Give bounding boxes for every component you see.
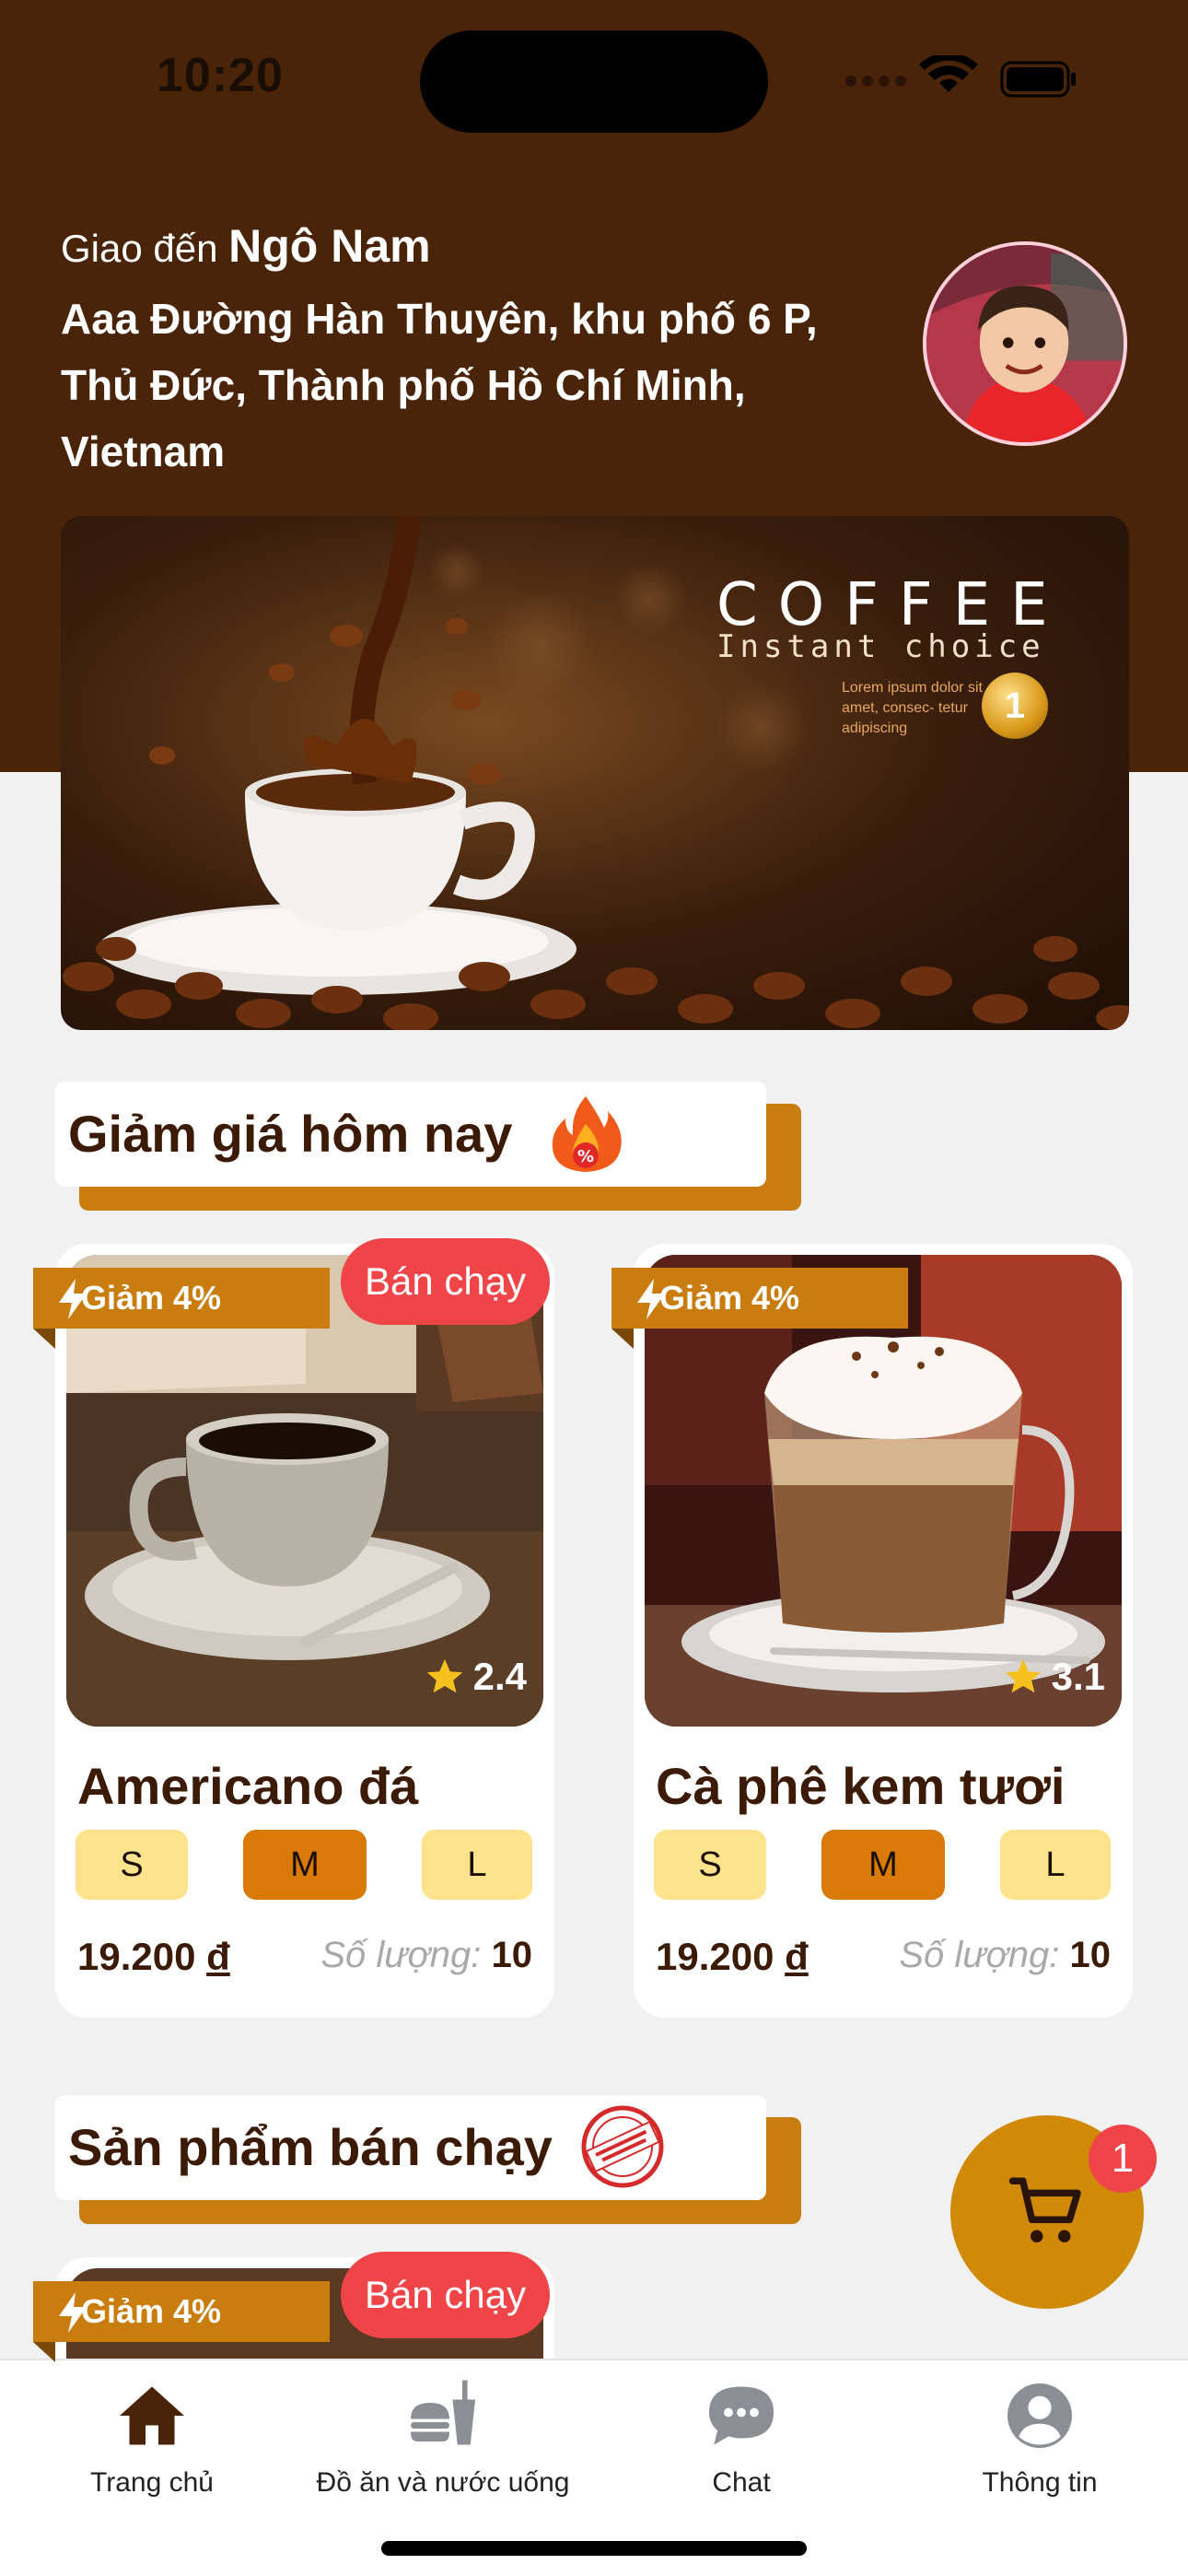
- discount-label: Giảm 4%: [81, 2292, 222, 2330]
- nav-home[interactable]: Trang chủ: [0, 2377, 304, 2499]
- section-title: Sản phẩm bán chạy: [68, 2118, 553, 2176]
- size-l-button[interactable]: L: [422, 1830, 532, 1900]
- banner-subtitle: Instant choice: [716, 628, 1045, 665]
- home-indicator: [381, 2541, 807, 2556]
- discount-ribbon: Giảm 4%: [33, 1268, 330, 1349]
- chat-icon: [709, 2386, 774, 2445]
- nav-chat[interactable]: Chat: [589, 2377, 893, 2499]
- lightning-icon: [59, 1279, 87, 1319]
- cart-icon: [1008, 2177, 1081, 2242]
- wifi-icon: [919, 55, 978, 92]
- svg-text:%: %: [577, 1147, 594, 1166]
- delivery-address[interactable]: Aaa Đường Hàn Thuyên, khu phố 6 P, Thủ Đ…: [61, 286, 871, 485]
- nav-label: Thông tin: [982, 2467, 1098, 2498]
- discount-label: Giảm 4%: [81, 1279, 222, 1317]
- section-discount-today: Giảm giá hôm nay %: [55, 1082, 801, 1211]
- nav-profile[interactable]: Thông tin: [888, 2377, 1188, 2499]
- medal-icon: 1: [982, 673, 1048, 739]
- rating-value: 3.1: [1051, 1655, 1105, 1698]
- status-icons: [845, 55, 1076, 98]
- nav-label: Trang chủ: [90, 2467, 214, 2498]
- quantity-label: Số lượng:: [320, 1935, 482, 1975]
- avatar-photo: [926, 245, 1124, 442]
- signal-icon: [845, 76, 906, 87]
- product-price: 19.200 đ: [77, 1935, 230, 1979]
- promo-banner[interactable]: COFFEE Instant choice Lorem ipsum dolor …: [61, 516, 1129, 1030]
- star-icon: [1005, 1658, 1041, 1693]
- home-icon: [120, 2386, 184, 2445]
- quantity-label: Số lượng:: [899, 1935, 1060, 1975]
- size-s-button[interactable]: S: [654, 1830, 766, 1900]
- nav-label: Chat: [712, 2467, 771, 2498]
- product-price: 19.200 đ: [656, 1935, 809, 1979]
- discount-label: Giảm 4%: [659, 1279, 800, 1317]
- product-card[interactable]: Giảm 4% Bán chạy 2.4 Americano đá S M L …: [33, 1238, 554, 2018]
- section-best-sellers: Sản phẩm bán chạy: [55, 2095, 801, 2224]
- discount-ribbon: Giảm 4%: [33, 2281, 330, 2362]
- price-value: 19.200: [77, 1935, 196, 1978]
- fire-discount-icon: %: [552, 1096, 622, 1172]
- status-time: 10:20: [157, 49, 284, 102]
- battery-icon: [1000, 61, 1076, 98]
- star-icon: [426, 1658, 462, 1693]
- bestseller-badge: Bán chạy: [341, 1238, 551, 1325]
- product-quantity: Số lượng: 10: [899, 1935, 1111, 1976]
- quantity-value: 10: [1069, 1935, 1112, 1975]
- banner-text: Lorem ipsum dolor sit amet, consec- tetu…: [842, 680, 983, 736]
- quantity-value: 10: [491, 1935, 533, 1975]
- product-name: Americano đá: [77, 1757, 419, 1815]
- section-title: Giảm giá hôm nay: [68, 1105, 513, 1163]
- product-quantity: Số lượng: 10: [320, 1935, 532, 1976]
- customer-name: Ngô Nam: [228, 220, 431, 272]
- lightning-icon: [637, 1279, 665, 1319]
- price-currency: đ: [785, 1935, 809, 1978]
- nav-food-drink[interactable]: Đồ ăn và nước uống: [291, 2377, 595, 2499]
- product-name: Cà phê kem tươi: [656, 1757, 1066, 1815]
- cart-count-badge: 1: [1089, 2125, 1157, 2193]
- dynamic-island: [420, 30, 768, 133]
- product-card[interactable]: Giảm 4% 3.1 Cà phê kem tươi S M L 19.200…: [611, 1244, 1133, 2018]
- delivery-prefix: Giao đến: [61, 227, 218, 270]
- lightning-icon: [59, 2292, 87, 2333]
- size-m-button[interactable]: M: [821, 1830, 945, 1900]
- size-m-button[interactable]: M: [243, 1830, 367, 1900]
- bestseller-badge: Bán chạy: [341, 2252, 551, 2338]
- profile-icon: [1007, 2383, 1072, 2448]
- avatar[interactable]: [923, 241, 1127, 446]
- rating-value: 2.4: [472, 1655, 527, 1698]
- price-value: 19.200: [656, 1935, 775, 1978]
- price-currency: đ: [206, 1935, 230, 1978]
- discount-ribbon: Giảm 4%: [611, 1268, 908, 1349]
- nav-label: Đồ ăn và nước uống: [316, 2467, 570, 2498]
- rating: 3.1: [1002, 1655, 1105, 1699]
- size-s-button[interactable]: S: [76, 1830, 188, 1900]
- food-drink-icon: [411, 2380, 475, 2445]
- best-seller-stamp-icon: [581, 2105, 664, 2188]
- delivery-label: Giao đến Ngô Nam: [61, 219, 431, 273]
- rating: 2.4: [424, 1655, 527, 1699]
- size-l-button[interactable]: L: [1000, 1830, 1111, 1900]
